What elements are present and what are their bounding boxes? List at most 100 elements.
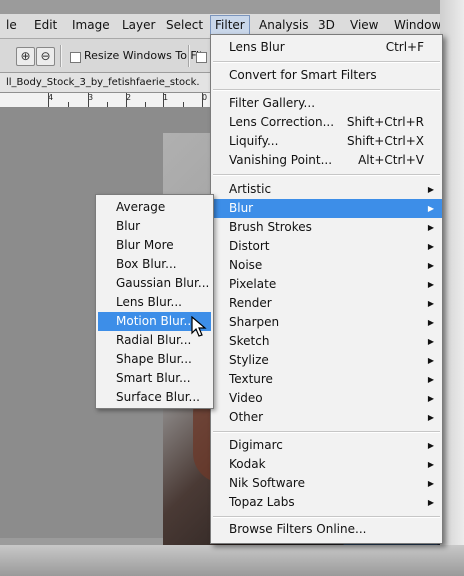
toolbar-divider: [60, 45, 62, 67]
menu-item-label: Vanishing Point...: [229, 153, 333, 167]
app-window: le Edit Image Layer Select Filter Analys…: [0, 0, 464, 576]
menu-item-shortcut: Ctrl+F: [385, 40, 424, 54]
toolbar-divider: [188, 45, 190, 67]
ruler-tick: [163, 93, 164, 107]
menu-item-shortcut: Shift+Ctrl+R: [346, 115, 424, 129]
option-checkbox[interactable]: [196, 52, 207, 63]
blur-item-blur-more[interactable]: Blur More: [98, 236, 211, 255]
zoom-out-icon[interactable]: ⊖: [36, 47, 55, 66]
menu-item-label: Gaussian Blur...: [116, 276, 210, 290]
filter-item-convert-smart[interactable]: Convert for Smart Filters: [211, 66, 442, 85]
menu-item-label: Nik Software: [229, 476, 305, 490]
menu-item-shortcut: Shift+Ctrl+X: [347, 134, 424, 148]
menu-item-label: Digimarc: [229, 438, 283, 452]
blur-item-surface-blur[interactable]: Surface Blur...: [98, 388, 211, 407]
menu-item-label: Video: [229, 391, 263, 405]
menu-layer[interactable]: Layer: [122, 18, 155, 32]
menu-view[interactable]: View: [350, 18, 378, 32]
blur-submenu: Average Blur Blur More Box Blur... Gauss…: [95, 194, 214, 409]
menu-item-label: Shape Blur...: [116, 352, 192, 366]
submenu-arrow-icon: ▶: [427, 318, 434, 327]
menu-analysis[interactable]: Analysis: [259, 18, 308, 32]
mouse-cursor-icon: [191, 316, 207, 337]
filter-item-pixelate[interactable]: Pixelate ▶: [211, 275, 442, 294]
submenu-arrow-icon: ▶: [427, 356, 434, 365]
blur-item-gaussian-blur[interactable]: Gaussian Blur...: [98, 274, 211, 293]
filter-item-artistic[interactable]: Artistic ▶: [211, 180, 442, 199]
menu-item-label: Stylize: [229, 353, 269, 367]
blur-item-box-blur[interactable]: Box Blur...: [98, 255, 211, 274]
submenu-arrow-icon: ▶: [427, 460, 434, 469]
filter-item-browse-online[interactable]: Browse Filters Online...: [211, 520, 442, 539]
filter-item-digimarc[interactable]: Digimarc ▶: [211, 436, 442, 455]
filter-item-topaz-labs[interactable]: Topaz Labs ▶: [211, 493, 442, 512]
menu-item-label: Artistic: [229, 182, 272, 196]
filter-item-texture[interactable]: Texture ▶: [211, 370, 442, 389]
filter-item-sharpen[interactable]: Sharpen ▶: [211, 313, 442, 332]
menu-item-label: Smart Blur...: [116, 371, 191, 385]
menu-separator: [213, 431, 440, 433]
blur-item-average[interactable]: Average: [98, 198, 211, 217]
submenu-arrow-icon: ▶: [427, 394, 434, 403]
menu-item-label: Average: [116, 200, 166, 214]
filter-item-render[interactable]: Render ▶: [211, 294, 442, 313]
submenu-arrow-icon: ▶: [427, 413, 434, 422]
filter-item-blur[interactable]: Blur ▶: [211, 199, 442, 218]
menu-item-label: Radial Blur...: [116, 333, 192, 347]
filter-item-sketch[interactable]: Sketch ▶: [211, 332, 442, 351]
document-title: ll_Body_Stock_3_by_fetishfaerie_stock.: [6, 77, 200, 88]
filter-item-nik-software[interactable]: Nik Software ▶: [211, 474, 442, 493]
blur-item-blur[interactable]: Blur: [98, 217, 211, 236]
filter-item-other[interactable]: Other ▶: [211, 408, 442, 427]
menu-filter[interactable]: Filter: [210, 15, 250, 35]
menu-item-label: Pixelate: [229, 277, 277, 291]
menu-item-label: Filter Gallery...: [229, 96, 316, 110]
blur-item-shape-blur[interactable]: Shape Blur...: [98, 350, 211, 369]
menu-item-label: Lens Blur: [229, 40, 285, 54]
menu-item-label: Kodak: [229, 457, 266, 471]
menu-item-label: Noise: [229, 258, 263, 272]
filter-menu: Lens Blur Ctrl+F Convert for Smart Filter…: [210, 34, 443, 544]
menu-file[interactable]: le: [6, 18, 17, 32]
menu-item-label: Motion Blur...: [116, 314, 195, 328]
ruler-tick: [126, 93, 127, 107]
filter-item-gallery[interactable]: Filter Gallery...: [211, 94, 442, 113]
filter-item-brush-strokes[interactable]: Brush Strokes ▶: [211, 218, 442, 237]
blur-item-smart-blur[interactable]: Smart Blur...: [98, 369, 211, 388]
menu-item-label: Browse Filters Online...: [229, 522, 367, 536]
blur-item-lens-blur[interactable]: Lens Blur...: [98, 293, 211, 312]
menu-separator: [213, 174, 440, 176]
menu-item-label: Render: [229, 296, 272, 310]
ruler-tick: [48, 93, 49, 107]
filter-item-lens-correction[interactable]: Lens Correction... Shift+Ctrl+R: [211, 113, 442, 132]
filter-item-distort[interactable]: Distort ▶: [211, 237, 442, 256]
menu-3d[interactable]: 3D: [318, 18, 335, 32]
submenu-arrow-icon: ▶: [427, 280, 434, 289]
resize-windows-label: Resize Windows To Fit: [84, 49, 204, 62]
filter-item-liquify[interactable]: Liquify... Shift+Ctrl+X: [211, 132, 442, 151]
document-tab[interactable]: ll_Body_Stock_3_by_fetishfaerie_stock.: [0, 73, 213, 93]
filter-item-video[interactable]: Video ▶: [211, 389, 442, 408]
menu-item-label: Blur: [229, 201, 254, 215]
menu-item-label: Liquify...: [229, 134, 279, 148]
ruler-tick: [145, 102, 146, 107]
zoom-in-icon[interactable]: ⊕: [16, 47, 35, 66]
submenu-arrow-icon: ▶: [427, 261, 434, 270]
frame-border: [0, 545, 464, 576]
filter-item-stylize[interactable]: Stylize ▶: [211, 351, 442, 370]
filter-item-kodak[interactable]: Kodak ▶: [211, 455, 442, 474]
resize-windows-checkbox[interactable]: [70, 52, 81, 63]
menu-image[interactable]: Image: [72, 18, 110, 32]
menu-edit[interactable]: Edit: [34, 18, 57, 32]
ruler-tick: [68, 102, 69, 107]
menu-select[interactable]: Select: [166, 18, 203, 32]
submenu-arrow-icon: ▶: [427, 204, 434, 213]
filter-item-vanishing-point[interactable]: Vanishing Point... Alt+Ctrl+V: [211, 151, 442, 170]
submenu-arrow-icon: ▶: [427, 441, 434, 450]
submenu-arrow-icon: ▶: [427, 242, 434, 251]
menu-item-label: Blur More: [116, 238, 174, 252]
submenu-arrow-icon: ▶: [427, 223, 434, 232]
menu-window[interactable]: Window: [394, 18, 441, 32]
filter-item-lens-blur-last[interactable]: Lens Blur Ctrl+F: [211, 38, 442, 57]
filter-item-noise[interactable]: Noise ▶: [211, 256, 442, 275]
